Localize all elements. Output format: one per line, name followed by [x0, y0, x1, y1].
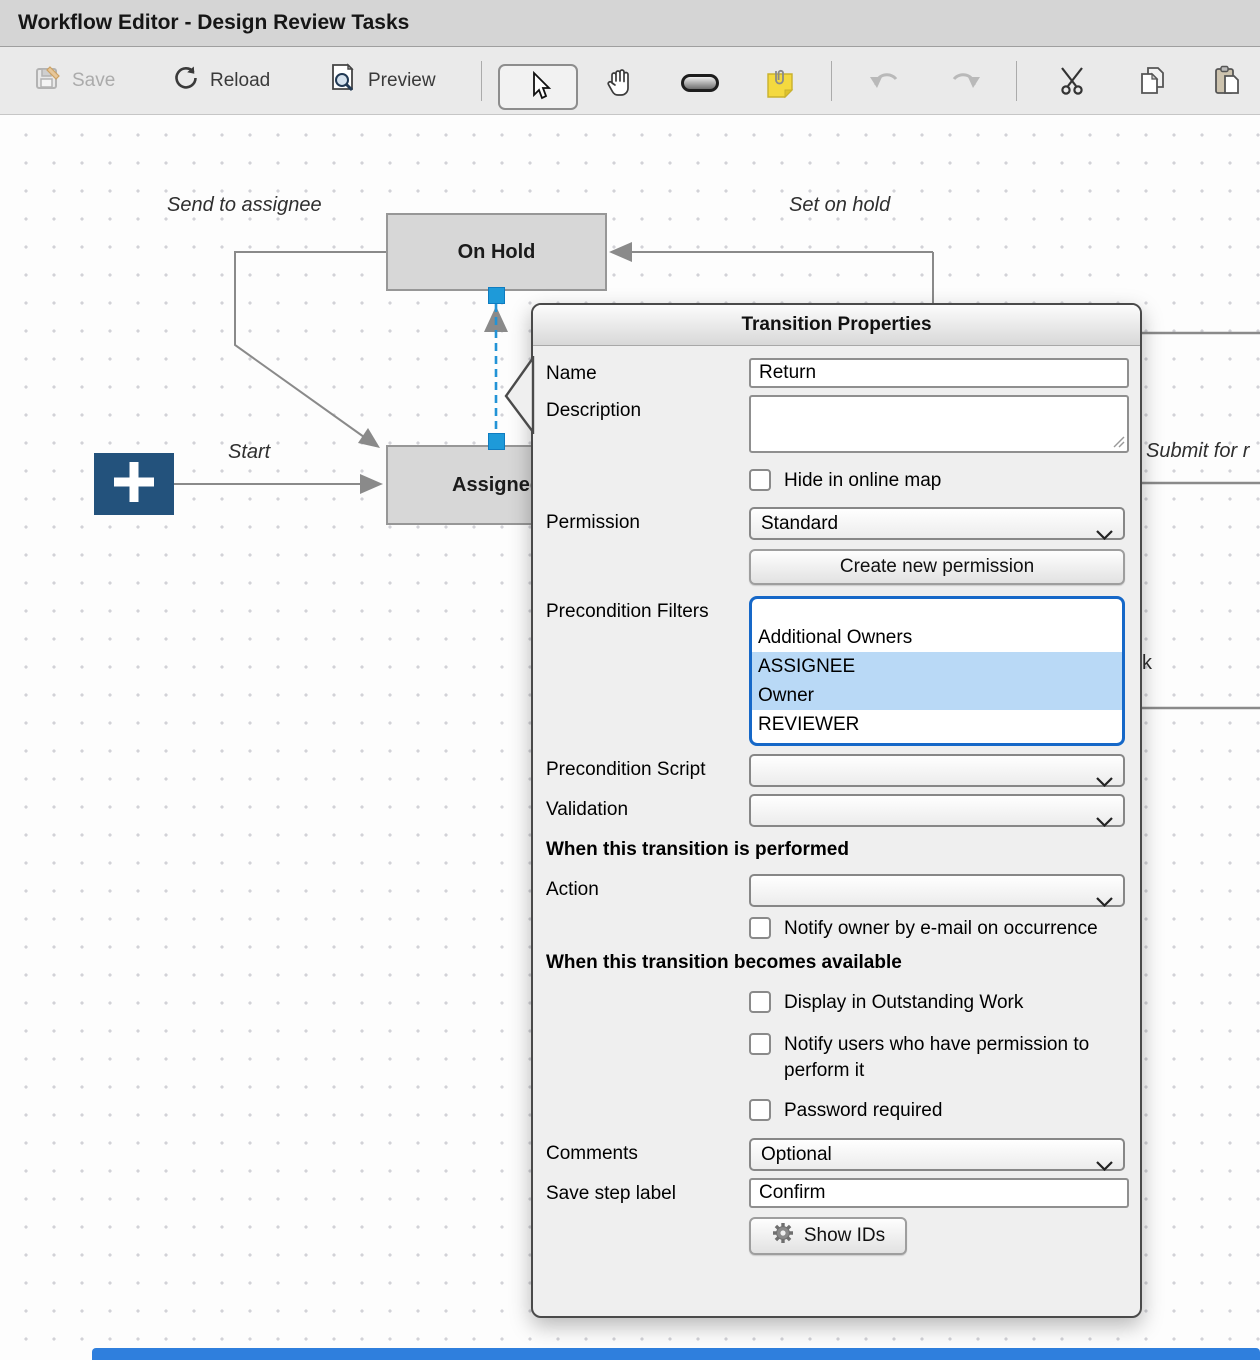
save-step-label-input[interactable]	[749, 1178, 1129, 1208]
precondition-filter-option[interactable]: Owner	[752, 681, 1122, 710]
transition-label-send-to-assignee: Send to assignee	[167, 194, 322, 217]
notify-owner-checkbox[interactable]	[749, 917, 771, 939]
dialog-title[interactable]: Transition Properties	[533, 305, 1140, 346]
toolbar-separator	[1016, 61, 1017, 101]
save-step-label: Save step label	[546, 1178, 749, 1205]
preview-label: Preview	[368, 70, 436, 92]
toolbar-separator	[831, 61, 832, 101]
section-transition-performed: When this transition is performed	[546, 839, 1126, 861]
chevron-down-icon	[1096, 807, 1113, 836]
save-button[interactable]: Save	[34, 58, 115, 104]
pan-tool-button[interactable]	[602, 65, 636, 104]
hand-icon	[602, 86, 636, 103]
gear-icon	[771, 1221, 795, 1251]
node-assignee-label: Assignee	[452, 474, 541, 497]
precondition-filters-listbox[interactable]: Additional OwnersASSIGNEEOwnerREVIEWER	[749, 596, 1125, 746]
scissors-icon	[1058, 84, 1092, 101]
precondition-filter-option[interactable]: REVIEWER	[752, 710, 1122, 739]
transition-properties-dialog: Transition Properties Name Description	[531, 303, 1142, 1318]
permission-label: Permission	[546, 507, 749, 534]
transition-label-set-on-hold: Set on hold	[789, 194, 890, 217]
page-title: Workflow Editor - Design Review Tasks	[0, 0, 1260, 46]
node-on-hold[interactable]: On Hold	[386, 213, 607, 291]
copy-icon	[1136, 84, 1168, 101]
copy-button[interactable]	[1136, 65, 1168, 102]
undo-icon	[868, 82, 904, 99]
create-step-tool-button[interactable]	[680, 73, 720, 98]
precondition-script-select[interactable]	[749, 754, 1125, 787]
save-label: Save	[72, 70, 115, 92]
pointer-icon	[523, 69, 553, 106]
show-ids-label: Show IDs	[804, 1225, 885, 1247]
comments-value: Optional	[761, 1144, 832, 1165]
transition-handle-bottom[interactable]	[488, 433, 505, 450]
precondition-script-label: Precondition Script	[546, 754, 749, 781]
notify-owner-label: Notify owner by e-mail on occurrence	[784, 916, 1098, 942]
cut-button[interactable]	[1058, 65, 1092, 102]
validation-label: Validation	[546, 794, 749, 821]
chevron-down-icon	[1096, 1151, 1113, 1180]
name-input[interactable]	[749, 358, 1129, 388]
reload-button[interactable]: Reload	[172, 58, 270, 104]
hide-in-online-map-checkbox[interactable]	[749, 469, 771, 491]
save-icon	[34, 64, 62, 98]
name-label: Name	[546, 358, 749, 385]
plus-icon	[108, 460, 160, 509]
display-outstanding-work-checkbox[interactable]	[749, 991, 771, 1013]
validation-select[interactable]	[749, 794, 1125, 827]
bottom-blue-bar	[92, 1348, 1260, 1360]
notify-users-label: Notify users who have permission to perf…	[784, 1032, 1126, 1084]
resize-handle-icon[interactable]	[1111, 432, 1125, 454]
show-ids-button[interactable]: Show IDs	[749, 1217, 907, 1255]
reload-icon	[172, 64, 200, 98]
reload-label: Reload	[210, 70, 270, 92]
node-on-hold-label: On Hold	[458, 241, 536, 264]
transition-label-start: Start	[228, 441, 270, 464]
note-icon	[764, 86, 796, 103]
toolbar-separator	[481, 61, 482, 101]
transition-handle-top[interactable]	[488, 287, 505, 304]
step-shape-icon	[680, 80, 720, 97]
description-textarea[interactable]	[749, 395, 1129, 453]
precondition-filter-option[interactable]: Additional Owners	[752, 623, 1122, 652]
create-note-tool-button[interactable]	[764, 67, 796, 104]
window-titlebar: Workflow Editor - Design Review Tasks	[0, 0, 1260, 47]
precondition-filters-label: Precondition Filters	[546, 596, 749, 623]
paste-icon	[1212, 84, 1244, 101]
notify-users-checkbox[interactable]	[749, 1033, 771, 1055]
chevron-down-icon	[1096, 887, 1113, 916]
chevron-down-icon	[1096, 767, 1113, 796]
paste-button[interactable]	[1212, 65, 1244, 102]
redo-icon	[946, 82, 982, 99]
transition-label-fragment: k	[1142, 652, 1152, 675]
create-new-permission-button[interactable]: Create new permission	[749, 549, 1125, 585]
display-outstanding-work-label: Display in Outstanding Work	[784, 990, 1023, 1016]
action-label: Action	[546, 874, 749, 901]
chevron-down-icon	[1096, 520, 1113, 549]
precondition-filter-option[interactable]: ASSIGNEE	[752, 652, 1122, 681]
undo-button[interactable]	[868, 65, 904, 100]
password-required-label: Password required	[784, 1098, 942, 1124]
preview-button[interactable]: Preview	[328, 58, 436, 104]
transition-label-submit-for: Submit for r	[1146, 440, 1260, 463]
create-new-permission-label: Create new permission	[840, 556, 1034, 578]
dialog-callout-arrow	[503, 356, 535, 434]
comments-label: Comments	[546, 1138, 749, 1165]
section-transition-available: When this transition becomes available	[546, 952, 1126, 974]
password-required-checkbox[interactable]	[749, 1099, 771, 1121]
permission-select[interactable]: Standard	[749, 507, 1125, 540]
action-select[interactable]	[749, 874, 1125, 907]
redo-button[interactable]	[946, 65, 982, 100]
pointer-tool-button[interactable]	[498, 64, 578, 110]
toolbar: Save Reload Preview	[0, 47, 1260, 115]
description-label: Description	[546, 395, 749, 422]
comments-select[interactable]: Optional	[749, 1138, 1125, 1171]
hide-in-online-map-label: Hide in online map	[784, 468, 941, 494]
node-start[interactable]	[94, 453, 174, 515]
preview-icon	[328, 63, 358, 99]
permission-value: Standard	[761, 513, 838, 534]
